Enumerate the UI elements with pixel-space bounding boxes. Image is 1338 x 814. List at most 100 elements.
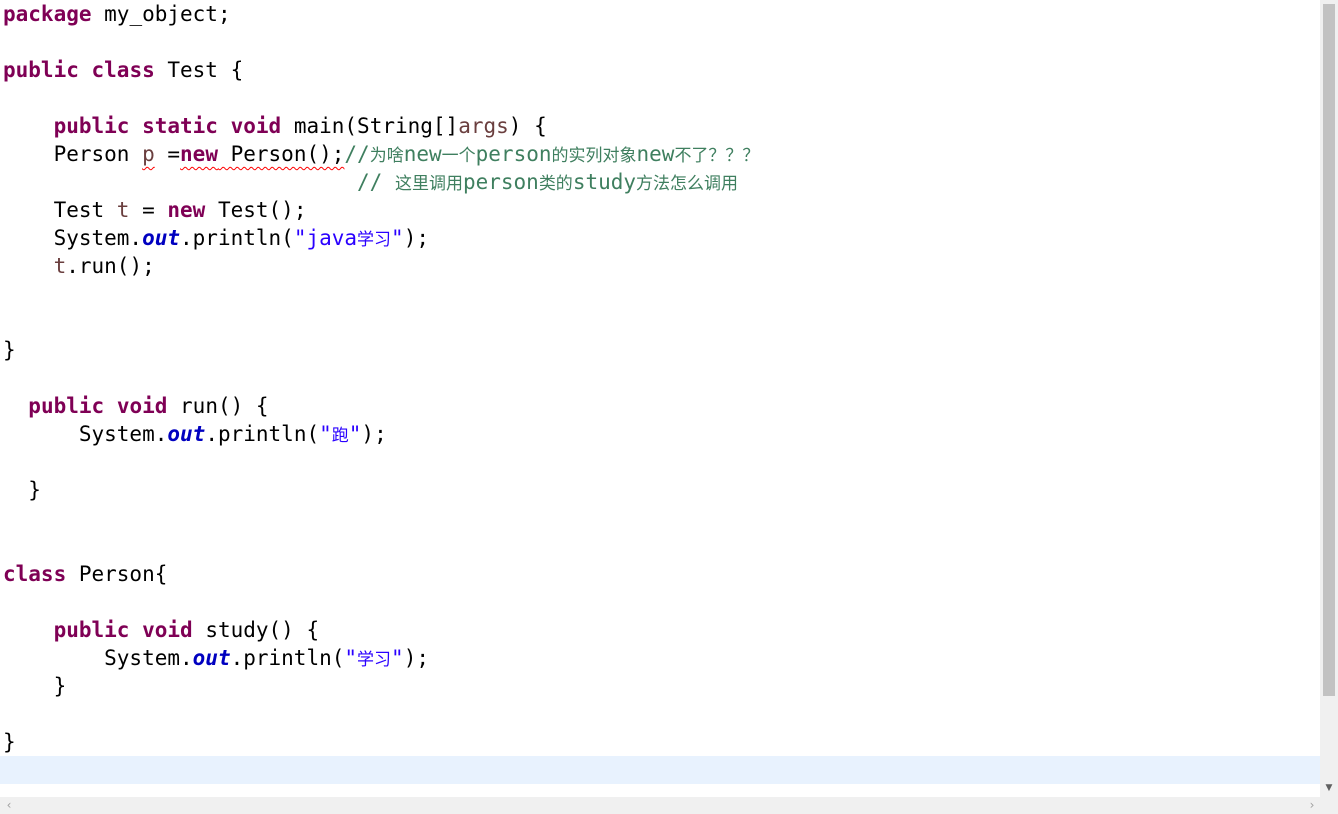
code-token: .run(); bbox=[66, 254, 155, 278]
code-token: } bbox=[3, 478, 41, 502]
code-line[interactable]: } bbox=[3, 336, 16, 364]
code-token: person bbox=[475, 142, 552, 166]
code-token: // bbox=[344, 142, 370, 166]
code-token: p bbox=[142, 142, 155, 166]
code-line[interactable]: t.run(); bbox=[3, 252, 155, 280]
code-token: ) { bbox=[508, 114, 547, 138]
code-line[interactable]: public void run() { bbox=[3, 392, 269, 420]
code-token: main(String[] bbox=[281, 114, 459, 138]
code-token: 不了？？？ bbox=[674, 146, 760, 166]
code-line[interactable]: System.out.println("java学习"); bbox=[3, 224, 429, 252]
code-editor[interactable]: package my_object;public class Test { pu… bbox=[0, 0, 1320, 797]
code-token: out bbox=[192, 646, 231, 670]
code-line[interactable]: public class Test { bbox=[3, 56, 243, 84]
code-token: } bbox=[3, 674, 67, 698]
code-token: public bbox=[53, 618, 130, 642]
code-line[interactable]: package my_object; bbox=[3, 0, 231, 28]
code-token: person bbox=[462, 170, 539, 194]
code-token: out bbox=[142, 226, 181, 250]
code-token: ); bbox=[403, 226, 429, 250]
code-line[interactable]: class Person{ bbox=[3, 560, 167, 588]
code-token: 方法怎么调用 bbox=[636, 174, 739, 194]
code-token: out bbox=[167, 422, 206, 446]
code-token: .println( bbox=[205, 422, 320, 446]
code-line[interactable]: System.out.println("学习"); bbox=[3, 644, 429, 672]
code-token: // bbox=[357, 170, 395, 194]
code-token: = bbox=[129, 198, 168, 222]
code-token: new bbox=[180, 142, 218, 166]
code-token: "java bbox=[293, 226, 358, 250]
code-token: " bbox=[348, 422, 362, 446]
code-token: Person(); bbox=[217, 142, 345, 166]
code-token: study() { bbox=[192, 618, 320, 642]
code-token: 一个 bbox=[441, 146, 476, 166]
scroll-down-arrow-icon[interactable]: ▼ bbox=[1323, 782, 1335, 794]
code-line[interactable]: } bbox=[3, 728, 16, 756]
code-token: class bbox=[91, 58, 155, 82]
code-token: " bbox=[319, 422, 332, 446]
vertical-scrollbar[interactable]: ▼ bbox=[1320, 0, 1338, 797]
code-token: new bbox=[403, 142, 442, 166]
code-token: 类的 bbox=[538, 174, 573, 194]
scroll-left-arrow-icon[interactable]: ‹ bbox=[3, 799, 15, 812]
code-token: Person{ bbox=[66, 562, 168, 586]
code-token: study bbox=[572, 170, 637, 194]
code-token: " bbox=[391, 646, 404, 670]
current-line-highlight bbox=[0, 756, 1320, 784]
code-token: 这里调用 bbox=[394, 174, 463, 194]
code-token: 的实列对象 bbox=[551, 146, 637, 166]
code-token: } bbox=[3, 338, 16, 362]
code-line[interactable]: public static void main(String[]args) { bbox=[3, 112, 547, 140]
code-token: 学习 bbox=[357, 650, 392, 670]
code-token: Test(); bbox=[205, 198, 307, 222]
code-token: void bbox=[230, 114, 282, 138]
code-token: " bbox=[344, 646, 358, 670]
code-token: args bbox=[458, 114, 509, 138]
horizontal-scrollbar[interactable]: ‹ › bbox=[0, 797, 1320, 814]
code-token: .println( bbox=[230, 646, 345, 670]
code-token: System. bbox=[3, 646, 193, 670]
code-line[interactable]: } bbox=[3, 672, 67, 700]
code-token: Person bbox=[3, 142, 143, 166]
code-line[interactable]: public void study() { bbox=[3, 616, 320, 644]
code-token: System. bbox=[3, 226, 143, 250]
code-line[interactable]: } bbox=[3, 476, 41, 504]
code-token: my_object; bbox=[91, 2, 231, 26]
code-token: t bbox=[116, 198, 130, 222]
scrollbar-corner bbox=[1320, 797, 1338, 814]
code-token: t bbox=[53, 254, 67, 278]
code-token: void bbox=[116, 394, 168, 418]
code-token: = bbox=[154, 142, 181, 166]
code-token: ); bbox=[361, 422, 387, 446]
vertical-scrollbar-thumb[interactable] bbox=[1323, 4, 1335, 696]
code-token: public bbox=[3, 58, 79, 82]
code-token: new bbox=[167, 198, 206, 222]
scroll-right-arrow-icon[interactable]: › bbox=[1306, 799, 1318, 812]
code-token: } bbox=[3, 730, 16, 754]
code-token: static bbox=[142, 114, 218, 138]
code-line[interactable]: Person p =new Person();//为啥new一个person的实… bbox=[3, 140, 760, 168]
code-token: 为啥 bbox=[369, 146, 404, 166]
code-token: 跑 bbox=[331, 426, 349, 446]
code-token: ); bbox=[403, 646, 429, 670]
code-line[interactable]: // 这里调用person类的study方法怎么调用 bbox=[3, 168, 738, 196]
code-token: Test bbox=[3, 198, 117, 222]
code-line[interactable]: System.out.println("跑"); bbox=[3, 420, 387, 448]
code-token: 学习 bbox=[357, 230, 392, 250]
code-token: System. bbox=[3, 422, 168, 446]
code-line[interactable]: Test t = new Test(); bbox=[3, 196, 307, 224]
code-token: new bbox=[636, 142, 675, 166]
code-token: public bbox=[28, 394, 105, 418]
code-token: run() { bbox=[167, 394, 269, 418]
code-token: package bbox=[3, 2, 92, 26]
